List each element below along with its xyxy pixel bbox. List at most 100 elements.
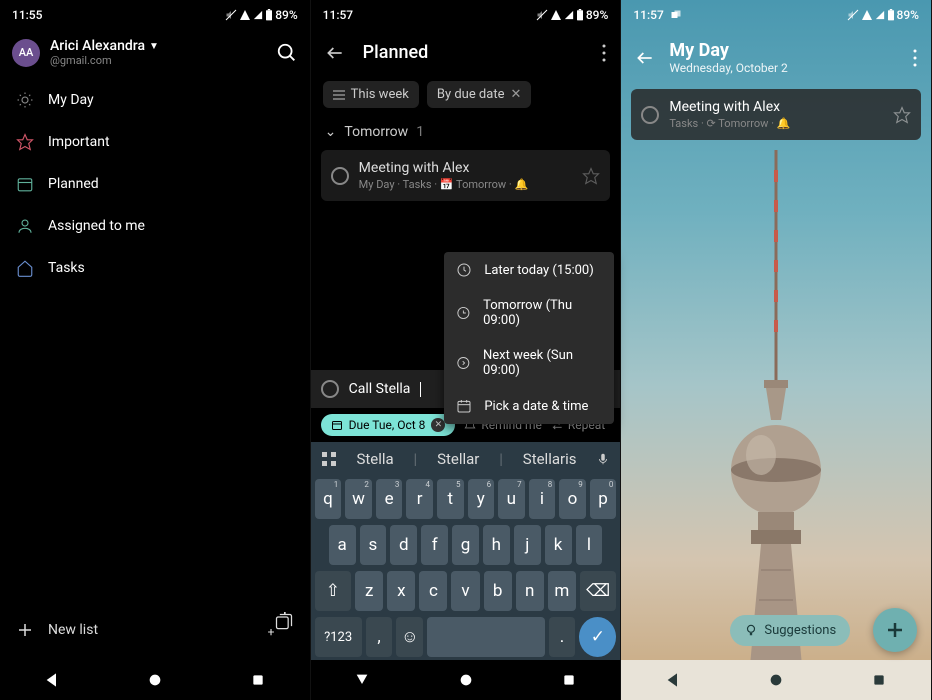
sidebar-item-label: Tasks — [48, 260, 85, 276]
key[interactable]: s — [360, 525, 387, 565]
due-date-pill[interactable]: Due Tue, Oct 8 ✕ — [321, 414, 456, 436]
recents-button[interactable] — [561, 672, 577, 688]
kb-suggestion[interactable]: Stella — [356, 450, 393, 468]
symbols-key[interactable]: ?123 — [315, 617, 362, 657]
key[interactable]: b — [484, 571, 512, 611]
popup-tomorrow[interactable]: Tomorrow (Thu 09:00) — [444, 288, 614, 338]
key[interactable]: p0 — [590, 479, 617, 519]
back-button[interactable] — [354, 672, 370, 688]
mic-icon[interactable] — [596, 452, 610, 466]
key[interactable]: g — [452, 525, 479, 565]
star-icon[interactable] — [893, 106, 911, 124]
sidebar-item-label: Assigned to me — [48, 218, 145, 234]
section-header[interactable]: ⌄ Tomorrow 1 — [311, 114, 621, 150]
key[interactable]: k — [545, 525, 572, 565]
kb-suggestion[interactable]: Stellaris — [523, 450, 577, 468]
add-group-icon[interactable]: + — [274, 612, 294, 648]
star-icon — [16, 133, 34, 151]
more-icon[interactable] — [602, 44, 606, 62]
popup-later-today[interactable]: Later today (15:00) — [444, 252, 614, 288]
key[interactable]: c — [419, 571, 447, 611]
more-icon[interactable] — [913, 49, 917, 67]
key[interactable]: z — [355, 571, 383, 611]
key[interactable]: n — [516, 571, 544, 611]
key[interactable]: x — [387, 571, 415, 611]
back-icon[interactable] — [635, 48, 655, 68]
recents-button[interactable] — [871, 672, 887, 688]
screen-sidebar: 11:55 89% AA Arici Alexandra▼ @gmail.com… — [0, 0, 311, 700]
key[interactable]: t5 — [437, 479, 464, 519]
key[interactable]: i8 — [529, 479, 556, 519]
key[interactable]: f — [421, 525, 448, 565]
space-key[interactable] — [427, 617, 544, 657]
back-button[interactable] — [665, 672, 681, 688]
key[interactable]: m — [548, 571, 576, 611]
status-bar: 11:57 89% — [311, 0, 621, 30]
new-task-input[interactable]: Call Stella — [349, 381, 411, 397]
home-button[interactable] — [768, 672, 784, 688]
key[interactable]: q1 — [315, 479, 342, 519]
task-card[interactable]: Meeting with Alex My Day · Tasks · 📅 Tom… — [321, 150, 611, 201]
sidebar-item-planned[interactable]: Planned — [0, 163, 310, 205]
chip-duedate[interactable]: By due date ✕ — [427, 81, 532, 108]
key[interactable]: l — [576, 525, 603, 565]
key[interactable]: e3 — [376, 479, 403, 519]
profile-row[interactable]: AA Arici Alexandra▼ @gmail.com — [0, 30, 310, 75]
key[interactable]: o9 — [559, 479, 586, 519]
new-list-label[interactable]: New list — [48, 622, 98, 638]
key[interactable]: w2 — [345, 479, 372, 519]
task-card[interactable]: Meeting with Alex Tasks · ⟳ Tomorrow · 🔔 — [631, 89, 921, 140]
home-button[interactable] — [147, 672, 163, 688]
add-task-fab[interactable] — [873, 608, 917, 652]
key[interactable]: v — [451, 571, 479, 611]
page-title: Planned — [363, 42, 429, 63]
sidebar-item-important[interactable]: Important — [0, 121, 310, 163]
recents-button[interactable] — [250, 672, 266, 688]
keyboard-settings-icon[interactable] — [321, 451, 337, 467]
screen-planned: 11:57 89% Planned This week By due date … — [311, 0, 622, 700]
task-checkbox[interactable] — [321, 380, 339, 398]
task-meta: Tasks · ⟳ Tomorrow · 🔔 — [669, 117, 883, 130]
reminder-popup: Later today (15:00) Tomorrow (Thu 09:00)… — [444, 252, 614, 424]
search-icon[interactable] — [276, 42, 298, 64]
key[interactable]: . — [549, 617, 576, 657]
sidebar-item-myday[interactable]: My Day — [0, 79, 310, 121]
suggestions-button[interactable]: Suggestions — [730, 615, 850, 646]
bottom-actions: Suggestions — [621, 608, 931, 652]
star-icon[interactable] — [582, 167, 600, 185]
kb-suggestion[interactable]: Stellar — [437, 450, 479, 468]
home-button[interactable] — [458, 672, 474, 688]
sidebar-item-assigned[interactable]: Assigned to me — [0, 205, 310, 247]
key[interactable]: j — [514, 525, 541, 565]
shift-key[interactable]: ⇧ — [315, 571, 352, 611]
close-icon[interactable]: ✕ — [431, 418, 445, 432]
back-icon[interactable] — [325, 43, 345, 63]
plus-icon[interactable] — [16, 621, 34, 639]
task-checkbox[interactable] — [641, 106, 659, 124]
chevron-down-icon: ▼ — [149, 41, 159, 52]
key[interactable]: d — [390, 525, 417, 565]
key[interactable]: , — [366, 617, 393, 657]
android-nav — [621, 660, 931, 700]
back-button[interactable] — [44, 672, 60, 688]
popup-nextweek[interactable]: Next week (Sun 09:00) — [444, 338, 614, 388]
key[interactable]: r4 — [406, 479, 433, 519]
task-checkbox[interactable] — [331, 167, 349, 185]
emoji-key[interactable]: ☺ — [396, 617, 423, 657]
key[interactable]: y6 — [468, 479, 495, 519]
bottom-row: New list + — [0, 600, 310, 660]
avatar[interactable]: AA — [12, 39, 40, 67]
close-icon[interactable]: ✕ — [510, 87, 521, 102]
key[interactable]: a — [329, 525, 356, 565]
key[interactable]: h — [483, 525, 510, 565]
page-title: My Day — [669, 40, 787, 61]
sun-icon — [16, 91, 34, 109]
chip-thisweek[interactable]: This week — [323, 81, 419, 108]
send-key[interactable]: ✓ — [579, 617, 616, 657]
sidebar-item-tasks[interactable]: Tasks — [0, 247, 310, 289]
status-icons: 89% — [225, 8, 297, 22]
popup-pick-date[interactable]: Pick a date & time — [444, 388, 614, 424]
status-bar: 11:55 89% — [0, 0, 310, 30]
backspace-key[interactable]: ⌫ — [580, 571, 617, 611]
key[interactable]: u7 — [498, 479, 525, 519]
